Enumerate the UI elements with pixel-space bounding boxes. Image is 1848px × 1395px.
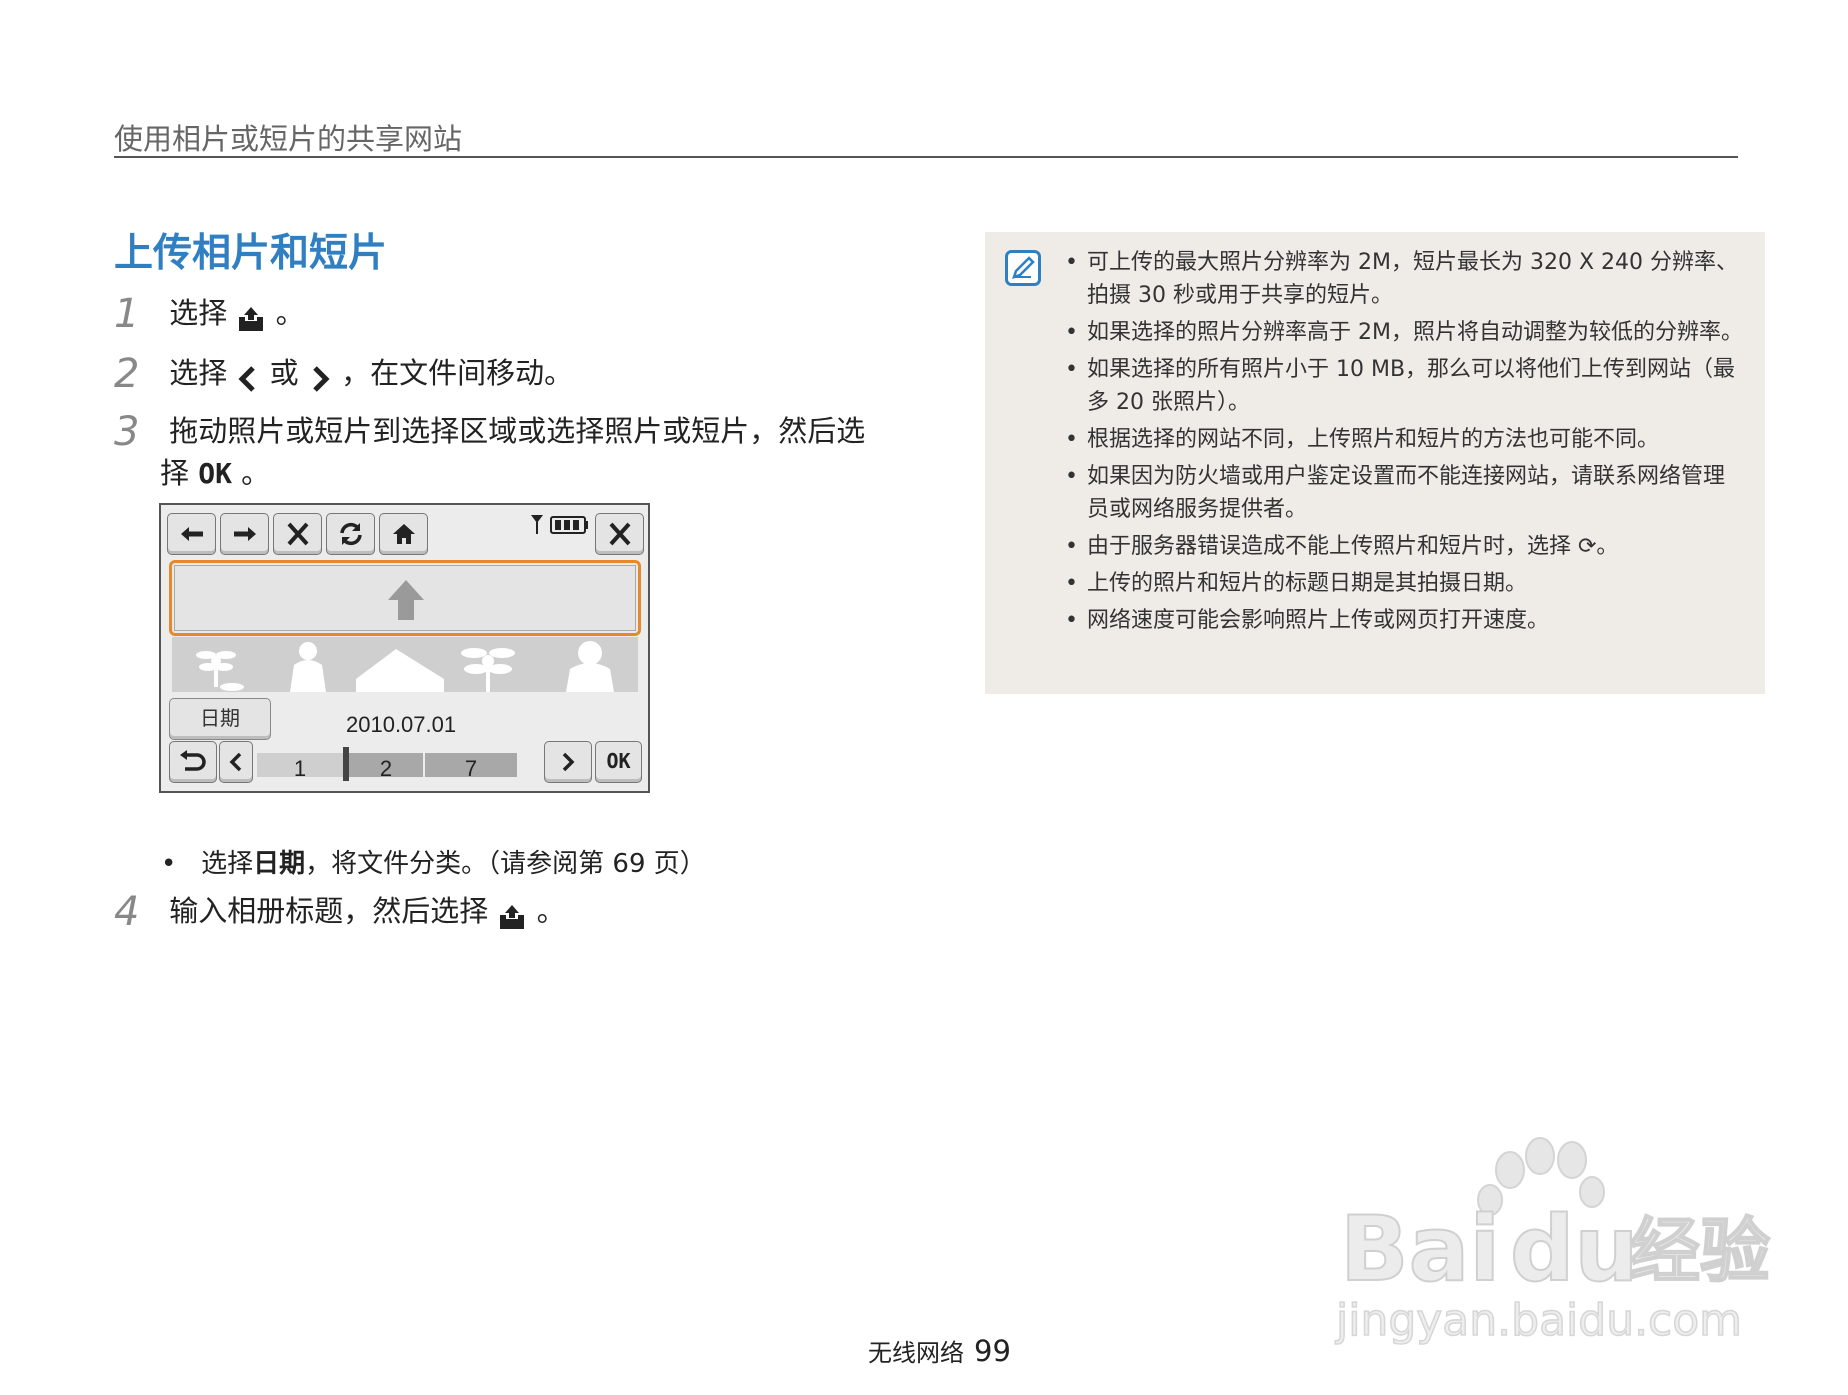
hint-bold: 日期	[253, 849, 306, 879]
note-box: 可上传的最大照片分辨率为 2M，短片最长为 320 X 240 分辨率、拍摄 3…	[985, 232, 1765, 694]
delete-button[interactable]	[273, 513, 322, 555]
chevron-right-icon	[562, 752, 575, 772]
step-4: 4 输入相册标题，然后选择 。	[114, 888, 566, 935]
section-title: 上传相片和短片	[114, 231, 388, 276]
footer-section: 无线网络	[868, 1339, 964, 1367]
running-header: 使用相片或短片的共享网站	[114, 122, 463, 156]
palm-photo-icon	[461, 648, 515, 692]
step-text: 拖动照片或短片到选择区域或选择照片或短片，然后选	[169, 414, 866, 448]
note-item: 上传的照片和短片的标题日期是其拍摄日期。	[1063, 567, 1743, 600]
forward-button[interactable]	[220, 513, 269, 555]
page-number: 99	[974, 1334, 1011, 1368]
upload-drop-zone[interactable]	[169, 560, 641, 636]
signal-icon	[531, 515, 543, 534]
step-text-or: 或	[269, 356, 299, 390]
svg-text:jingyan.baidu.com: jingyan.baidu.com	[1335, 1295, 1742, 1346]
step-text: 选择	[169, 356, 228, 390]
thumbnail[interactable]	[264, 637, 352, 692]
step-number: 3	[114, 409, 140, 455]
thumbnail-strip	[172, 637, 638, 692]
step-3: 3 拖动照片或短片到选择区域或选择照片或短片，然后选	[114, 408, 865, 455]
note-pen-icon	[1005, 250, 1041, 286]
close-icon	[609, 522, 631, 546]
home-button[interactable]	[379, 513, 428, 555]
step-text-end: ，在文件间移动。	[341, 356, 574, 390]
note-item: 如果选择的照片分辨率高于 2M，照片将自动调整为较低的分辨率。	[1063, 316, 1743, 349]
ok-glyph: OK	[198, 457, 232, 490]
note-list: 可上传的最大照片分辨率为 2M，短片最长为 320 X 240 分辨率、拍摄 3…	[1063, 246, 1743, 641]
mountain-photo-icon	[356, 649, 444, 692]
baidu-watermark-logo: Bai du 经验 jingyan.baidu.com	[1334, 1137, 1771, 1347]
note-item: 根据选择的网站不同，上传照片和短片的方法也可能不同。	[1063, 423, 1743, 456]
person-photo-icon	[566, 641, 614, 692]
thumbnail[interactable]	[448, 637, 536, 692]
note-item: 如果选择的所有照片小于 10 MB，那么可以将他们上传到网站（最多 20 张照片…	[1063, 353, 1743, 419]
step-number: 2	[114, 351, 140, 397]
return-button[interactable]	[169, 741, 217, 783]
step-text: 择	[160, 456, 190, 490]
svg-text:Bai: Bai	[1340, 1197, 1500, 1302]
header-divider	[114, 156, 1738, 158]
step-number: 4	[114, 889, 140, 935]
step-2: 2 选择 或 ，在文件间移动。	[114, 350, 573, 397]
chevron-right-icon	[313, 366, 330, 392]
refresh-button[interactable]	[326, 513, 375, 555]
step-1: 1 选择 。	[114, 290, 305, 337]
note-item: 由于服务器错误造成不能上传照片和短片时，选择 ⟳。	[1063, 530, 1743, 563]
ok-button[interactable]: OK	[595, 741, 642, 783]
delete-x-icon	[287, 522, 309, 546]
refresh-icon	[340, 522, 362, 546]
note-item: 可上传的最大照片分辨率为 2M，短片最长为 320 X 240 分辨率、拍摄 3…	[1063, 246, 1743, 312]
close-button[interactable]	[595, 513, 644, 555]
status-icons	[531, 515, 588, 534]
hint-pre: 选择	[201, 849, 254, 879]
battery-icon	[550, 516, 588, 534]
person-photo-icon	[290, 642, 326, 692]
next-button[interactable]	[544, 741, 592, 783]
palm-photo-icon	[196, 651, 244, 691]
step-text: 输入相册标题，然后选择	[169, 894, 489, 928]
thumbnail[interactable]	[172, 637, 260, 692]
hint-post: ，将文件分类。（请参阅第 69 页）	[305, 849, 706, 879]
prev-button[interactable]	[219, 741, 253, 783]
step-text: 选择	[169, 296, 228, 330]
step-text-end: 。	[275, 296, 305, 330]
chevron-left-icon	[238, 366, 256, 392]
upload-icon	[239, 307, 264, 331]
forward-arrow-icon	[234, 527, 256, 541]
upload-icon	[500, 905, 525, 929]
step-text-end: 。	[536, 894, 566, 928]
drop-zone-inner	[174, 565, 636, 631]
chevron-left-icon	[229, 752, 242, 772]
svg-text:经验: 经验	[1630, 1210, 1770, 1292]
step-number: 1	[114, 291, 140, 337]
sort-hint: • 选择日期，将文件分类。（请参阅第 69 页）	[161, 843, 706, 880]
camera-screen: 日期 2010.07.01 1 2 7 OK	[159, 503, 650, 793]
step-text-end: 。	[241, 456, 271, 490]
thumbnail[interactable]	[356, 637, 444, 692]
note-item: 如果因为防火墙或用户鉴定设置而不能连接网站，请联系网络管理员或网络服务提供者。	[1063, 460, 1743, 526]
page-indicator-7[interactable]: 7	[425, 753, 517, 781]
back-arrow-icon	[181, 527, 203, 541]
thumbnail[interactable]	[540, 637, 638, 692]
page-footer: 无线网络 99	[868, 1333, 1011, 1368]
back-button[interactable]	[167, 513, 216, 555]
note-item: 网络速度可能会影响照片上传或网页打开速度。	[1063, 604, 1743, 637]
bullet-dot: •	[161, 849, 202, 879]
step-3-continued: 择 OK 。	[160, 450, 270, 494]
page-indicator-1[interactable]: 1	[257, 753, 343, 781]
page-indicator-2[interactable]: 2	[349, 753, 423, 781]
upload-arrow-icon	[388, 580, 424, 620]
svg-text:du: du	[1510, 1197, 1639, 1302]
date-value: 2010.07.01	[346, 712, 457, 737]
return-icon	[180, 750, 206, 771]
date-sort-button[interactable]: 日期	[169, 698, 271, 740]
home-icon	[393, 524, 415, 544]
